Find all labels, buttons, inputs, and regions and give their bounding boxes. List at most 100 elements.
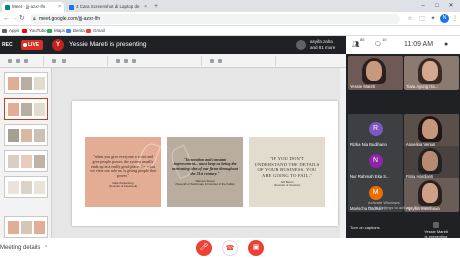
forward-icon[interactable]: → [11,14,18,24]
bookmark-label: YouTube [29,28,47,33]
thumb-card [8,129,19,142]
close-window-button[interactable]: ✕ [444,0,458,12]
captions-button[interactable]: Turn on captions [350,225,390,230]
participant-name: Tiara Ayung Ha... [406,84,439,89]
slide-thumbnail[interactable] [4,124,48,146]
meeting-details-label: Meeting details [0,245,41,251]
tab-screenshot-article[interactable]: 4 Cara Screenshot di Laptop de × [66,2,150,12]
chat-icon[interactable]: 🗨︎ [374,39,382,51]
bookmark-label: Gmail [93,28,105,33]
bookmark-youtube[interactable]: YouTube [22,26,47,36]
ppt-ribbon [0,54,346,68]
thumb-card [8,77,19,90]
participant-initial: M [368,186,383,200]
copy-icon [24,59,28,63]
slide-thumbnail[interactable] [4,176,48,198]
others-line-2: and 81 more [310,44,336,50]
back-icon[interactable]: ← [3,14,10,24]
meet-controls-bar: Meeting details ⌃ 🎤︎ ☎︎ ▣ [0,238,460,258]
quote-role: (Founder of Facebook) [108,184,138,189]
slide-thumbnail[interactable] [4,150,48,172]
others-presenting[interactable]: asyifa zaha and 81 more [296,39,346,52]
minimize-button[interactable]: – [416,0,430,12]
thumb-card [34,221,45,234]
menu-icon[interactable]: ⋮ [451,15,459,23]
extension-icon[interactable]: ⬚ [418,15,426,23]
people-icon[interactable]: 👥︎ [352,39,360,51]
tab-meet[interactable]: Meet - jjj-azxr-lfn × [2,2,64,12]
ribbon-group-clipboard [4,56,44,66]
bullets-icon [218,59,222,63]
maps-icon [47,29,52,33]
bookmark-berita[interactable]: Berita [66,26,85,36]
thumb-card [34,77,45,90]
meeting-details-button[interactable]: Meeting details ⌃ [0,242,48,254]
new-slide-icon [52,59,56,63]
slide-thumbnail-selected[interactable] [4,98,48,120]
thumb-card [34,103,45,116]
cut-icon [16,59,20,63]
quote-card-zuckerberg: "when you give everyone a voice and give… [85,137,161,207]
thumb-card [8,155,19,168]
slide-thumbnail[interactable] [4,216,48,238]
tab-close-icon[interactable]: × [58,2,61,12]
participant-tile[interactable]: N Nur Rahmah Eka S... [348,146,403,180]
tab-meet-title: Meet - jjj-azxr-lfn [12,4,46,9]
puzzle-icon[interactable]: ✦ [429,15,437,23]
rec-label: REC [2,42,13,48]
tab-close-icon[interactable]: × [144,2,147,12]
leaf-decoration [137,141,161,171]
participant-tile[interactable]: Tiara Ayung Ha... [404,56,459,90]
participant-face [422,61,438,81]
url-field[interactable]: 🔒︎ meet.google.com/jjj-azxr-lfn [30,14,400,24]
browser-tab-bar: Meet - jjj-azxr-lfn × 4 Cara Screenshot … [0,0,460,12]
chevron-up-icon: ⌃ [44,245,49,251]
thumb-card [8,103,19,116]
tab-article-title: 4 Cara Screenshot di Laptop de [76,4,140,9]
bookmark-apps[interactable]: Apps [2,26,19,36]
thumb-card [21,155,32,168]
participant-tile[interactable]: Fitria Hardianti [404,146,459,180]
thumb-card [8,181,19,194]
live-badge: LIVE [21,40,43,50]
slide-thumbnail[interactable] [4,72,48,94]
gmail-icon [86,29,91,33]
participant-face [422,119,438,139]
italic-icon [124,59,128,63]
maximize-button[interactable]: □ [430,0,444,12]
url-text: meet.google.com/jjj-azxr-lfn [39,16,101,22]
profile-icon[interactable]: ● [444,39,448,51]
bookmark-label: Berita [73,28,85,33]
thumb-card [34,181,45,194]
lock-icon: 🔒︎ [33,16,36,22]
participant-tile[interactable]: Yessie Mareti [348,56,403,90]
participant-grid: Yessie Mareti Tiara Ayung Ha... R Rizka … [346,54,460,239]
activate-line-2: Go to Settings to activate Windows. [368,205,432,210]
camera-off-button[interactable]: ▣ [248,240,264,256]
people-count: 85 [360,37,365,42]
reload-icon[interactable]: ↻ [19,14,25,24]
profile-avatar[interactable]: N [440,14,449,23]
new-tab-button[interactable]: + [154,2,158,12]
hang-up-button[interactable]: ☎︎ [222,240,238,256]
star-icon[interactable]: ☆ [406,15,414,23]
slide-thumbnails [0,68,52,238]
bookmark-label: Maps [54,28,66,33]
quote-text: "IF YOU DON'T UNDERSTAND THE DETAILS OF … [254,156,320,178]
thumb-card [21,181,32,194]
live-dot-icon [23,43,27,47]
bookmark-maps[interactable]: Maps [47,26,65,36]
participant-initial: N [368,154,383,168]
ribbon-group-paragraph [206,56,276,66]
presenting-chip[interactable]: Yessie Mareti is presenting [414,222,458,239]
thumb-card [34,129,45,142]
current-slide[interactable]: "when you give everyone a voice and give… [72,101,338,226]
participant-tile[interactable]: Angelina Venus [404,114,459,148]
participant-tile[interactable]: R Rizka Nia Budiharjo [348,114,403,148]
news-icon [66,29,71,33]
activate-windows-watermark: Activate Windows Go to Settings to activ… [368,200,460,210]
quote-card-bezos: "IF YOU DON'T UNDERSTAND THE DETAILS OF … [249,137,325,207]
bookmark-gmail[interactable]: Gmail [86,26,105,36]
thumb-card [21,77,32,90]
mic-off-button[interactable]: 🎤︎ [196,240,212,256]
